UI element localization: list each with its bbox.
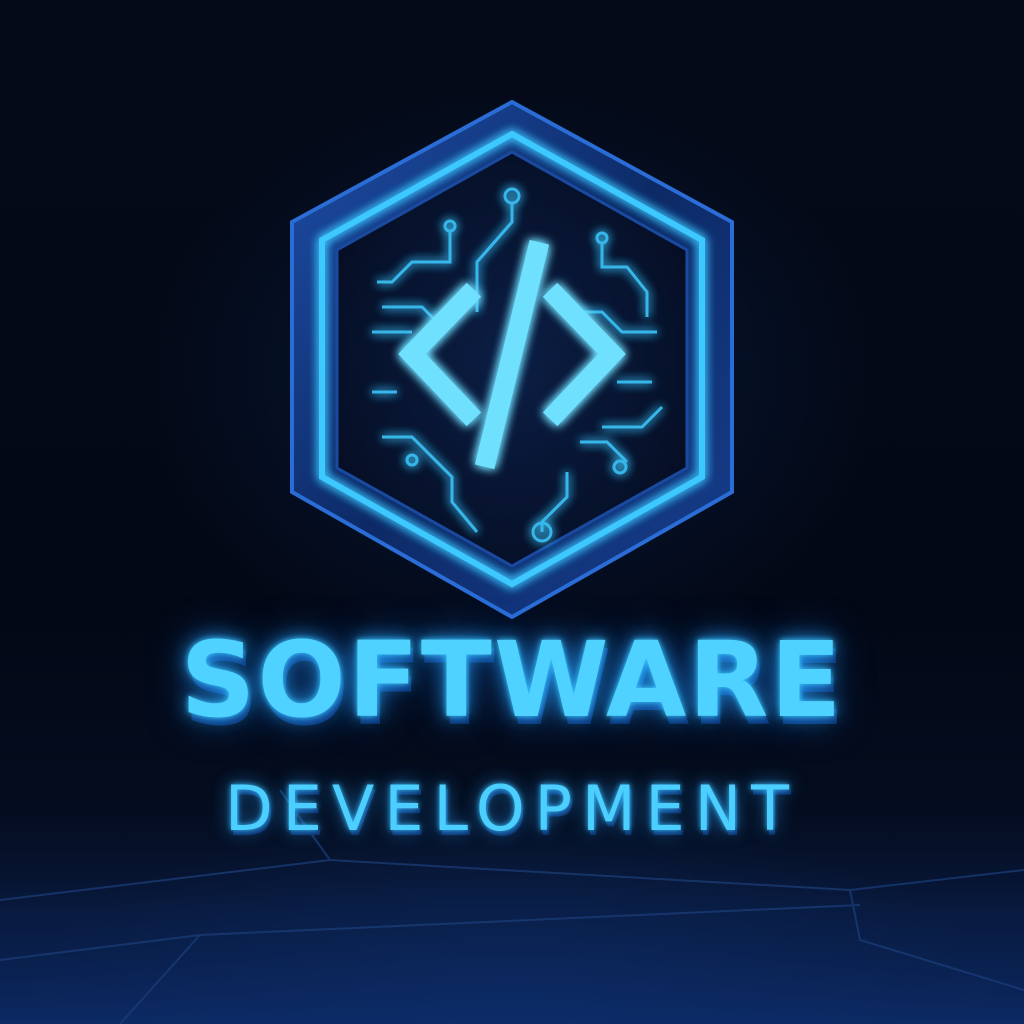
logo-scene: SOFTWARE DEVELOPMENT (0, 0, 1024, 1024)
logo-subtitle: DEVELOPMENT (225, 772, 799, 845)
logo-title: SOFTWARE (180, 619, 844, 741)
hexagon-emblem (290, 99, 734, 620)
